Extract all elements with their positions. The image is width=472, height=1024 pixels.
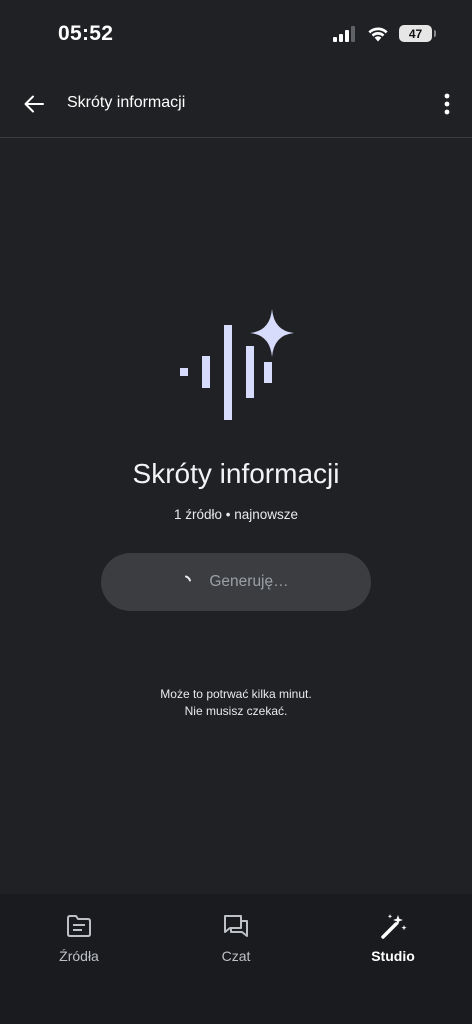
- generating-button[interactable]: Generuję…: [101, 553, 371, 611]
- document-icon: [67, 915, 91, 937]
- wait-note-line-2: Nie musisz czekać.: [184, 704, 288, 718]
- status-time: 05:52: [58, 22, 114, 45]
- bottom-navigation: Źródła Czat Studio: [0, 894, 472, 1024]
- chat-icon: [224, 915, 248, 937]
- magic-wand-icon: [381, 914, 407, 939]
- wait-note-line-1: Może to potrwać kilka minut.: [160, 687, 312, 701]
- battery-level: 47: [408, 26, 423, 41]
- signal-icon: [333, 25, 355, 42]
- back-button[interactable]: [18, 88, 50, 120]
- spinner-icon: [185, 575, 192, 582]
- generating-label: Generuję…: [209, 573, 289, 590]
- app-bar: Skróty informacji: [0, 70, 472, 138]
- wifi-icon: [368, 27, 388, 41]
- source-info: 1 źródło • najnowsze: [173, 507, 299, 522]
- nav-label-studio: Studio: [371, 948, 415, 964]
- audio-sparkle-icon: [180, 309, 294, 420]
- back-arrow-icon: [24, 95, 44, 113]
- nav-item-studio[interactable]: Studio: [343, 912, 443, 964]
- status-icons: 47: [333, 25, 436, 42]
- more-vert-icon: [444, 93, 450, 115]
- status-bar: 05:52 47: [0, 0, 472, 70]
- nav-label-chat: Czat: [221, 948, 251, 964]
- feature-title: Skróty informacji: [132, 458, 340, 489]
- more-options-button[interactable]: [440, 88, 454, 120]
- nav-label-sources: Źródła: [59, 948, 99, 964]
- wait-note: Może to potrwać kilka minut. Nie musisz …: [0, 686, 472, 720]
- nav-item-sources[interactable]: Źródła: [29, 912, 129, 964]
- page-title: Skróty informacji: [67, 94, 186, 111]
- nav-item-chat[interactable]: Czat: [186, 912, 286, 964]
- battery-icon: 47: [399, 25, 436, 42]
